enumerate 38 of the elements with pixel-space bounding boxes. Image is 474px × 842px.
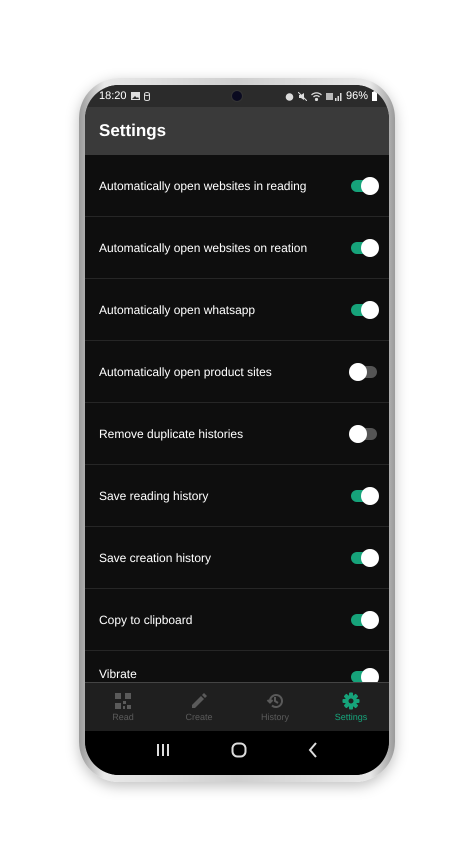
toggle-switch[interactable] <box>349 610 379 630</box>
toggle-switch[interactable] <box>349 176 379 196</box>
setting-label: Save reading history <box>99 488 210 502</box>
battery-percent: 96% <box>346 90 368 102</box>
toggle-switch[interactable] <box>349 362 379 382</box>
image-icon <box>130 92 140 100</box>
database-icon <box>144 92 150 100</box>
qr-code-icon <box>114 692 132 710</box>
setting-label: Copy to clipboard <box>99 612 194 626</box>
setting-label: Automatically open websites in reading <box>99 178 308 192</box>
setting-label: Automatically open product sites <box>99 364 273 378</box>
recent-apps-icon[interactable] <box>156 743 170 757</box>
setting-label: Remove duplicate histories <box>99 426 244 440</box>
toggle-switch[interactable] <box>349 424 379 444</box>
app-bar-title: Settings <box>99 121 166 141</box>
battery-icon <box>372 91 377 101</box>
setting-label: Vibrate <box>99 667 138 681</box>
wifi-icon <box>310 92 322 100</box>
toggle-switch[interactable] <box>349 300 379 320</box>
camera-hole <box>231 90 243 102</box>
status-time: 18:20 <box>99 90 127 102</box>
setting-label: Save creation history <box>99 550 212 564</box>
setting-label: Automatically open whatsapp <box>99 302 256 316</box>
nav-tab[interactable]: Settings <box>313 683 389 731</box>
settings-icon <box>342 692 360 710</box>
nav-tab[interactable]: History <box>237 683 313 731</box>
toggle-switch[interactable] <box>349 238 379 258</box>
toggle-switch[interactable] <box>349 486 379 506</box>
history-icon <box>266 692 284 710</box>
pencil-icon <box>190 692 208 710</box>
setting-label: Automatically open websites on reation <box>99 240 308 254</box>
back-icon[interactable] <box>308 742 318 758</box>
nav-tab[interactable]: Create <box>161 683 237 731</box>
toggle-switch[interactable] <box>349 548 379 568</box>
mute-icon <box>298 92 307 100</box>
home-icon[interactable] <box>230 742 247 758</box>
signal-icon <box>326 92 342 100</box>
nav-tab[interactable]: Read <box>85 683 161 731</box>
